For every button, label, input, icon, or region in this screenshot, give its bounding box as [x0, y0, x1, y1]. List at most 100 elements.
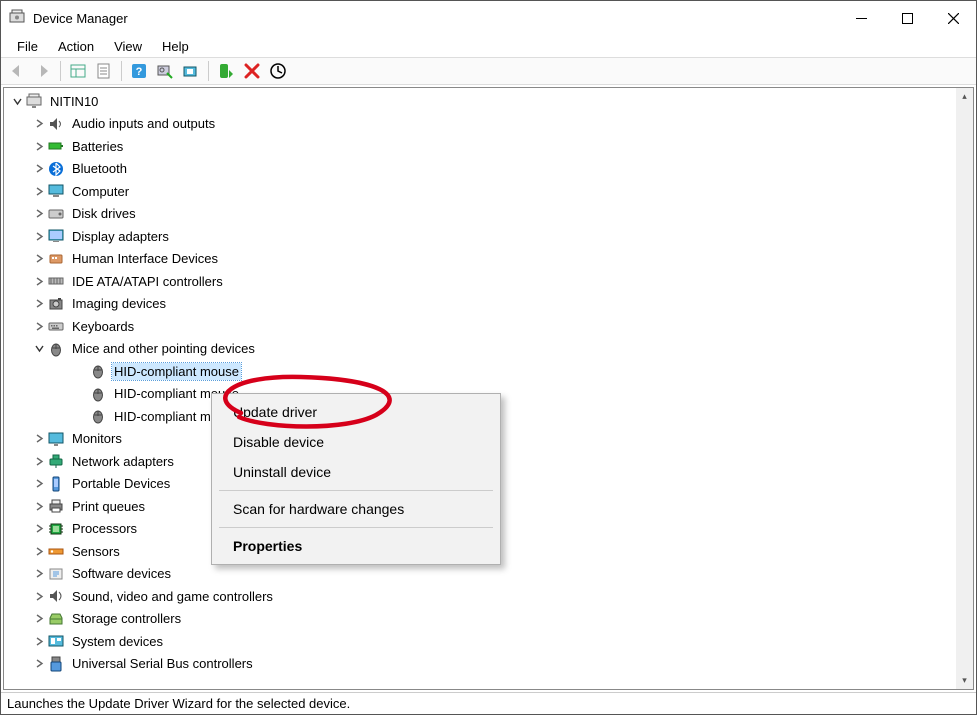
context-properties[interactable]: Properties: [215, 531, 497, 561]
tree-item-label: Computer: [70, 183, 131, 200]
tree-category[interactable]: Human Interface Devices: [4, 248, 956, 271]
tree-category[interactable]: IDE ATA/ATAPI controllers: [4, 270, 956, 293]
tree-item-label: Portable Devices: [70, 475, 172, 492]
tree-category[interactable]: Storage controllers: [4, 608, 956, 631]
tree-category[interactable]: Universal Serial Bus controllers: [4, 653, 956, 676]
context-menu: Update driver Disable device Uninstall d…: [211, 393, 501, 565]
uninstall-device-button[interactable]: [240, 59, 264, 83]
tree-item-label: HID-compliant mouse: [112, 363, 241, 380]
mouse-icon: [46, 341, 66, 357]
menu-bar: File Action View Help: [1, 35, 976, 57]
expand-icon[interactable]: [32, 299, 46, 308]
tree-category[interactable]: Batteries: [4, 135, 956, 158]
context-scan-hardware[interactable]: Scan for hardware changes: [215, 494, 497, 524]
tree-category[interactable]: Audio inputs and outputs: [4, 113, 956, 136]
tree-category[interactable]: Mice and other pointing devices: [4, 338, 956, 361]
collapse-icon[interactable]: [10, 97, 24, 106]
scan-hardware-button[interactable]: [153, 59, 177, 83]
tree-category[interactable]: Sound, video and game controllers: [4, 585, 956, 608]
tree-item-label: Bluetooth: [70, 160, 129, 177]
software-icon: [46, 566, 66, 582]
tree-item-label: Sensors: [70, 543, 122, 560]
tree-category[interactable]: Computer: [4, 180, 956, 203]
expand-icon[interactable]: [32, 277, 46, 286]
expand-icon[interactable]: [32, 434, 46, 443]
device-manager-window: Device Manager File Action View Help ? N…: [0, 0, 977, 715]
tree-item-label: Audio inputs and outputs: [70, 115, 217, 132]
expand-icon[interactable]: [32, 479, 46, 488]
tree-category[interactable]: Imaging devices: [4, 293, 956, 316]
tree-category[interactable]: Software devices: [4, 563, 956, 586]
expand-icon[interactable]: [32, 547, 46, 556]
tree-item-label: Print queues: [70, 498, 147, 515]
scroll-up-arrow[interactable]: ▴: [956, 88, 973, 105]
close-button[interactable]: [930, 1, 976, 35]
menu-help[interactable]: Help: [152, 37, 199, 56]
expand-icon[interactable]: [32, 457, 46, 466]
tree-item-label: Human Interface Devices: [70, 250, 220, 267]
vertical-scrollbar[interactable]: ▴ ▾: [956, 88, 973, 689]
device-tree[interactable]: NITIN10 Audio inputs and outputs Batteries…: [4, 88, 956, 689]
usb-icon: [46, 656, 66, 672]
expand-icon[interactable]: [32, 637, 46, 646]
context-update-driver[interactable]: Update driver: [215, 397, 497, 427]
tree-category[interactable]: Keyboards: [4, 315, 956, 338]
processor-icon: [46, 521, 66, 537]
menu-file[interactable]: File: [7, 37, 48, 56]
context-separator: [219, 527, 493, 528]
minimize-button[interactable]: [838, 1, 884, 35]
tree-root[interactable]: NITIN10: [4, 90, 956, 113]
update-driver-button[interactable]: [179, 59, 203, 83]
menu-view[interactable]: View: [104, 37, 152, 56]
bluetooth-icon: [46, 161, 66, 177]
hid-icon: [46, 251, 66, 267]
expand-icon[interactable]: [32, 209, 46, 218]
display-icon: [46, 228, 66, 244]
tree-panel: NITIN10 Audio inputs and outputs Batteries…: [3, 87, 974, 690]
expand-icon[interactable]: [32, 592, 46, 601]
imaging-icon: [46, 296, 66, 312]
expand-icon[interactable]: [32, 142, 46, 151]
tree-category[interactable]: System devices: [4, 630, 956, 653]
tree-category[interactable]: Display adapters: [4, 225, 956, 248]
expand-icon[interactable]: [32, 614, 46, 623]
forward-button[interactable]: [31, 59, 55, 83]
tree-item-label: System devices: [70, 633, 165, 650]
expand-icon[interactable]: [32, 502, 46, 511]
sensor-icon: [46, 543, 66, 559]
enable-device-button[interactable]: [214, 59, 238, 83]
expand-icon[interactable]: [32, 254, 46, 263]
expand-icon[interactable]: [32, 322, 46, 331]
mouse-icon: [88, 386, 108, 402]
tree-item-label: Sound, video and game controllers: [70, 588, 275, 605]
expand-icon[interactable]: [32, 569, 46, 578]
system-icon: [46, 633, 66, 649]
expand-icon[interactable]: [32, 659, 46, 668]
disable-device-button[interactable]: [266, 59, 290, 83]
expand-icon[interactable]: [32, 524, 46, 533]
expand-icon[interactable]: [32, 119, 46, 128]
expand-icon[interactable]: [32, 232, 46, 241]
svg-text:?: ?: [136, 66, 143, 78]
tree-category[interactable]: Disk drives: [4, 203, 956, 226]
help-button[interactable]: ?: [127, 59, 151, 83]
context-uninstall-device[interactable]: Uninstall device: [215, 457, 497, 487]
properties-button[interactable]: [92, 59, 116, 83]
scroll-down-arrow[interactable]: ▾: [956, 672, 973, 689]
collapse-icon[interactable]: [32, 344, 46, 353]
tree-item-label: Imaging devices: [70, 295, 168, 312]
maximize-button[interactable]: [884, 1, 930, 35]
tree-item-label: Mice and other pointing devices: [70, 340, 257, 357]
expand-icon[interactable]: [32, 187, 46, 196]
tree-device[interactable]: HID-compliant mouse: [4, 360, 956, 383]
show-hide-console-button[interactable]: [66, 59, 90, 83]
monitor-icon: [46, 431, 66, 447]
computer-icon: [46, 183, 66, 199]
expand-icon[interactable]: [32, 164, 46, 173]
back-button[interactable]: [5, 59, 29, 83]
storage-icon: [46, 611, 66, 627]
tree-category[interactable]: Bluetooth: [4, 158, 956, 181]
context-disable-device[interactable]: Disable device: [215, 427, 497, 457]
tree-item-label: Disk drives: [70, 205, 138, 222]
menu-action[interactable]: Action: [48, 37, 104, 56]
